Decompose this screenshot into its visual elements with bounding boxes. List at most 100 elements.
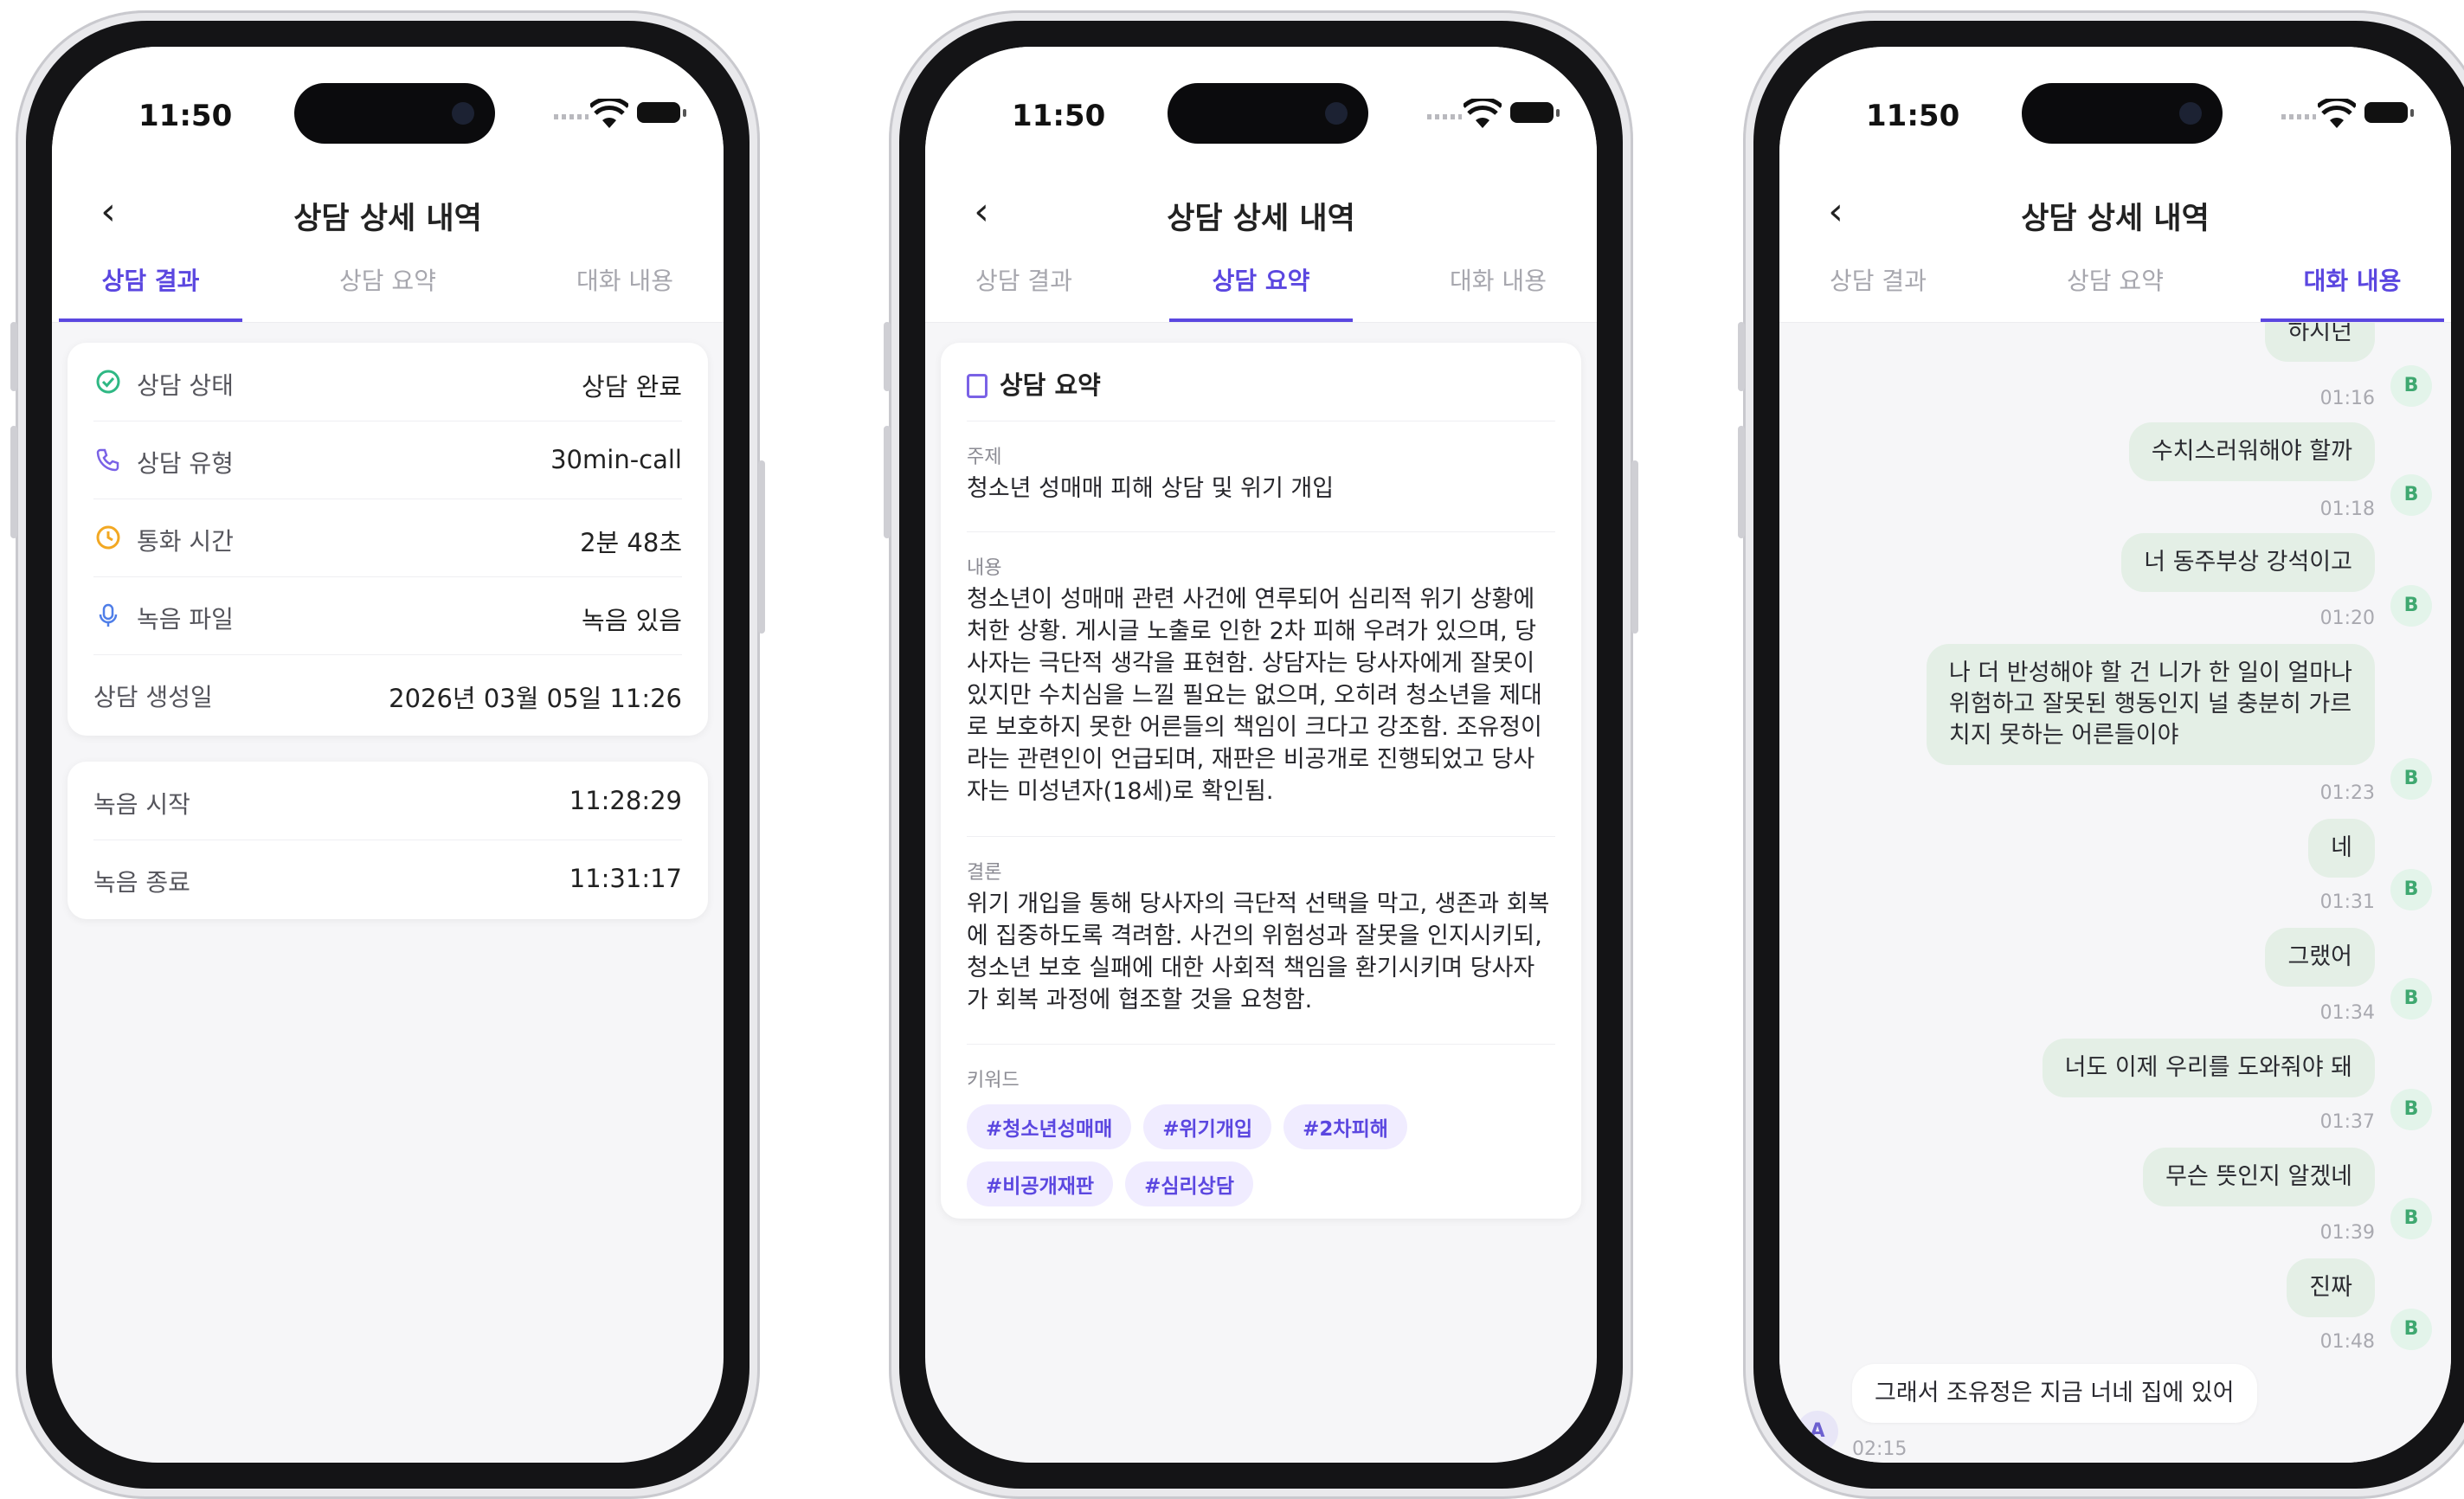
avatar-b: B	[2390, 365, 2432, 407]
chat-timestamp: 01:16	[2319, 388, 2375, 409]
header: ‹ 상담 상세 내역	[52, 177, 724, 251]
tab-summary[interactable]: 상담 요약	[2023, 251, 2207, 322]
signal-icon	[554, 114, 589, 119]
header: ‹ 상담 상세 내역	[925, 177, 1597, 251]
result-card: 상담 상태 상담 완료 상담 유형 30min-call 통화 시간 2분 48…	[68, 343, 708, 736]
mic-icon	[99, 603, 118, 627]
topic-section: 주제 청소년 성매매 피해 상담 및 위기 개입	[967, 441, 1555, 505]
conclusion-label: 결론	[967, 862, 1002, 884]
info-value: 녹음 있음	[582, 606, 682, 635]
tab-result[interactable]: 상담 결과	[932, 251, 1116, 322]
screen: 하시던 01:16 B 수치스러워해야 할까 01:18 B 너 동주부상 강석…	[1779, 47, 2451, 1463]
page-title: 상담 상세 내역	[2021, 202, 2210, 236]
signal-icon	[2281, 114, 2316, 119]
side-button	[1631, 460, 1638, 634]
avatar-b: B	[2390, 758, 2432, 800]
header: ‹ 상담 상세 내역	[1779, 177, 2451, 251]
chat-timestamp: 01:34	[2319, 1002, 2375, 1024]
tab-conversation[interactable]: 대화 내용	[1406, 251, 1590, 322]
conclusion-text: 위기 개입을 통해 당사자의 극단적 선택을 막고, 생존과 회복에 집중하도록…	[967, 891, 1550, 1013]
tab-summary[interactable]: 상담 요약	[1169, 251, 1353, 322]
chat-timestamp: 01:37	[2319, 1111, 2375, 1133]
tab-conversation[interactable]: 대화 내용	[2261, 251, 2444, 322]
side-button	[1738, 322, 1745, 391]
divider	[967, 836, 1555, 837]
avatar-b: B	[2390, 869, 2432, 910]
signal-icon	[1427, 114, 1462, 119]
chat-bubble: 하시던	[2265, 322, 2375, 362]
status-time: 11:50	[1866, 99, 1960, 133]
avatar-b: B	[2390, 1089, 2432, 1130]
keyword-chip[interactable]: #비공개재판	[967, 1161, 1114, 1206]
divider	[967, 1044, 1555, 1045]
document-icon	[967, 374, 988, 398]
info-value: 2분 48초	[580, 528, 682, 557]
battery-icon	[1510, 102, 1560, 123]
status-time: 11:50	[138, 99, 233, 133]
info-value: 2026년 03월 05일 11:26	[389, 684, 682, 713]
battery-icon	[2364, 102, 2414, 123]
divider	[967, 531, 1555, 532]
chat-bubble: 무슨 뜻인지 알겠네	[2143, 1148, 2375, 1206]
chat-timestamp: 01:31	[2319, 891, 2375, 913]
info-row-rec-start: 녹음 시작 11:28:29	[93, 762, 682, 840]
chat-list[interactable]: 하시던 01:16 B 수치스러워해야 할까 01:18 B 너 동주부상 강석…	[1779, 322, 2451, 1463]
keyword-chip[interactable]: #위기개입	[1143, 1104, 1272, 1149]
tab-conversation[interactable]: 대화 내용	[533, 251, 717, 322]
dynamic-island	[294, 83, 495, 144]
phone-conversation: 하시던 01:16 B 수치스러워해야 할까 01:18 B 너 동주부상 강석…	[1738, 10, 2464, 1499]
chat-timestamp: 01:18	[2319, 499, 2375, 520]
side-button	[884, 426, 891, 538]
avatar-a: A	[1797, 1411, 1838, 1452]
keyword-chip[interactable]: #청소년성매매	[967, 1104, 1132, 1149]
info-value: 11:31:17	[569, 864, 682, 893]
side-button	[1738, 426, 1745, 538]
camera-icon	[452, 102, 474, 125]
camera-icon	[1325, 102, 1348, 125]
info-label: 녹음 시작	[93, 790, 190, 819]
side-button	[10, 426, 17, 538]
side-button	[884, 322, 891, 391]
keyword-chip[interactable]: #심리상담	[1125, 1161, 1253, 1206]
info-label: 상담 상태	[137, 371, 234, 400]
phone-icon	[96, 448, 119, 472]
clock-icon	[96, 525, 120, 550]
status-bar: 11:50	[52, 47, 724, 177]
info-row-recording: 녹음 파일 녹음 있음	[93, 576, 682, 655]
tab-summary[interactable]: 상담 요약	[296, 251, 479, 322]
chat-bubble: 수치스러워해야 할까	[2128, 422, 2375, 481]
summary-heading-text: 상담 요약	[1000, 370, 1101, 400]
screen: 11:50 ‹ 상담 상세 내역 상담 결과 상담 요약 대화 내용 상담 요약…	[925, 47, 1597, 1463]
dynamic-island	[2022, 83, 2223, 144]
info-value: 11:28:29	[569, 786, 682, 815]
bezel: 11:50 ‹ 상담 상세 내역 상담 결과 상담 요약 대화 내용 상담 상태	[26, 21, 749, 1489]
avatar-b: B	[2390, 978, 2432, 1020]
chat-timestamp: 01:48	[2319, 1331, 2375, 1353]
chat-timestamp: 01:23	[2319, 782, 2375, 804]
avatar-b: B	[2390, 1309, 2432, 1350]
conclusion-section: 결론 위기 개입을 통해 당사자의 극단적 선택을 막고, 생존과 회복에 집중…	[967, 857, 1555, 1016]
content-label: 내용	[967, 557, 1002, 579]
avatar-b: B	[2390, 474, 2432, 516]
screen: 11:50 ‹ 상담 상세 내역 상담 결과 상담 요약 대화 내용 상담 상태	[52, 47, 724, 1463]
recording-card: 녹음 시작 11:28:29 녹음 종료 11:31:17	[68, 762, 708, 919]
info-row-type: 상담 유형 30min-call	[93, 421, 682, 499]
summary-card: 상담 요약 주제 청소년 성매매 피해 상담 및 위기 개입 내용 청소년이 성…	[941, 343, 1581, 1219]
avatar-b: B	[2390, 585, 2432, 627]
info-row-rec-end: 녹음 종료 11:31:17	[93, 840, 682, 917]
info-label: 통화 시간	[137, 527, 234, 556]
chat-bubble: 그랬어	[2265, 928, 2375, 987]
wifi-icon	[590, 99, 628, 128]
bezel: 11:50 ‹ 상담 상세 내역 상담 결과 상담 요약 대화 내용 상담 요약…	[899, 21, 1623, 1489]
info-label: 상담 유형	[137, 449, 234, 478]
check-circle-icon	[96, 370, 120, 394]
dynamic-island	[1168, 83, 1368, 144]
keyword-chip[interactable]: #2차피해	[1283, 1104, 1407, 1149]
tab-result[interactable]: 상담 결과	[1786, 251, 1970, 322]
topic-label: 주제	[967, 447, 1002, 468]
avatar-b: B	[2390, 1198, 2432, 1239]
tab-result[interactable]: 상담 결과	[59, 251, 242, 322]
phone-summary: 11:50 ‹ 상담 상세 내역 상담 결과 상담 요약 대화 내용 상담 요약…	[884, 10, 1638, 1499]
info-value: 상담 완료	[582, 372, 682, 402]
info-row-duration: 통화 시간 2분 48초	[93, 499, 682, 577]
